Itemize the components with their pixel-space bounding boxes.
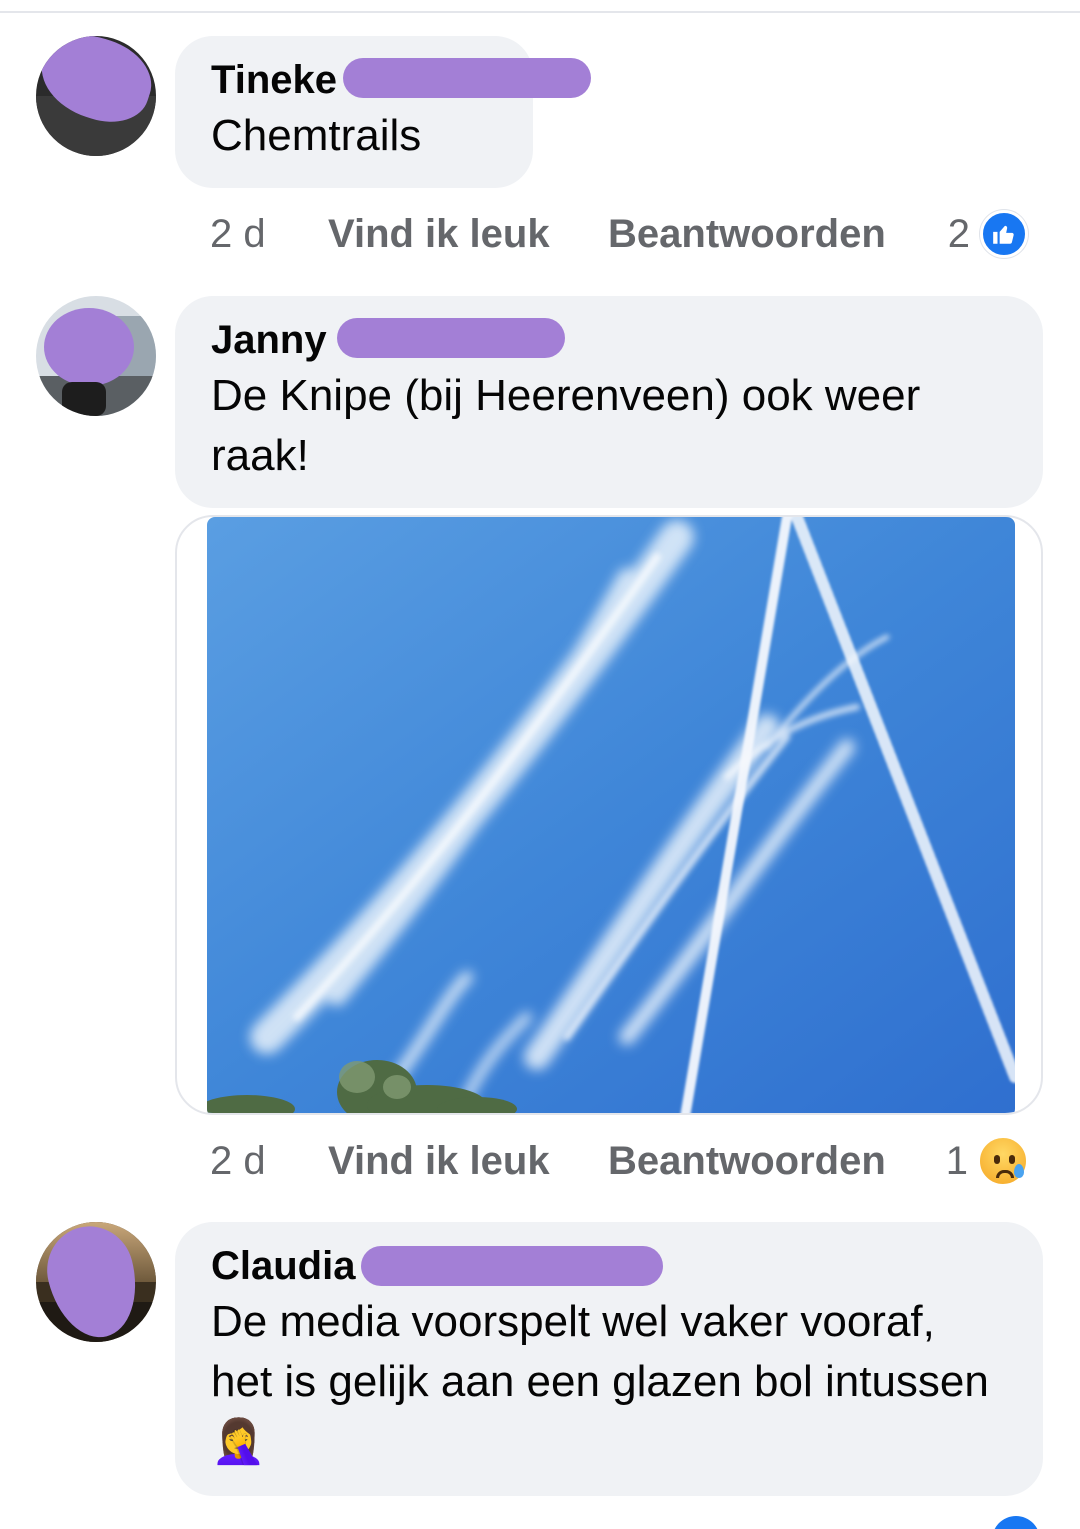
comment-bubble[interactable]: Janny De Knipe (bij Heerenveen) ook weer… — [175, 296, 1043, 508]
reply-button[interactable]: Beantwoorden — [608, 1139, 886, 1184]
redaction-mark — [343, 58, 591, 98]
comment-text: De Knipe (bij Heerenveen) ook weer raak! — [211, 371, 921, 480]
comment-bubble[interactable]: Tineke Chemtrails — [175, 36, 591, 188]
next-actions-cutoff — [210, 1516, 1040, 1529]
sad-reaction-icon — [978, 1136, 1028, 1186]
reaction-summary[interactable]: 1 — [946, 1136, 1028, 1186]
reply-button[interactable]: Beantwoorden — [608, 212, 886, 257]
sky-photo[interactable] — [207, 517, 1015, 1113]
comment-text: De media voorspelt wel vaker vooraf, het… — [211, 1297, 989, 1467]
comment-text: Chemtrails — [211, 111, 422, 160]
comment-actions: 2 d Vind ik leuk Beantwoorden 1 — [210, 1133, 1040, 1189]
like-reaction-icon — [980, 210, 1028, 258]
comment-author[interactable]: Janny — [211, 314, 565, 366]
reaction-count: 2 — [947, 211, 970, 256]
comment-actions: 2 d Vind ik leuk Beantwoorden 2 — [210, 206, 1040, 262]
facepalm-emoji: 🤦‍♀️ — [211, 1416, 266, 1467]
comment-author[interactable]: Tineke — [211, 54, 591, 106]
comment-author[interactable]: Claudia — [211, 1240, 663, 1292]
avatar[interactable] — [36, 36, 156, 156]
avatar[interactable] — [36, 1222, 156, 1342]
comment-time[interactable]: 2 d — [210, 212, 328, 257]
comment-photo-attachment[interactable] — [175, 515, 1043, 1115]
redaction-mark — [361, 1246, 663, 1286]
like-button[interactable]: Vind ik leuk — [328, 1139, 608, 1184]
comment-bubble[interactable]: Claudia De media voorspelt wel vaker voo… — [175, 1222, 1043, 1496]
redaction-mark — [337, 318, 565, 358]
like-button[interactable]: Vind ik leuk — [328, 212, 608, 257]
reaction-summary[interactable]: 2 — [948, 210, 1028, 258]
reaction-count: 1 — [945, 1138, 968, 1183]
top-divider — [0, 11, 1080, 13]
avatar[interactable] — [36, 296, 156, 416]
comment-time[interactable]: 2 d — [210, 1139, 328, 1184]
